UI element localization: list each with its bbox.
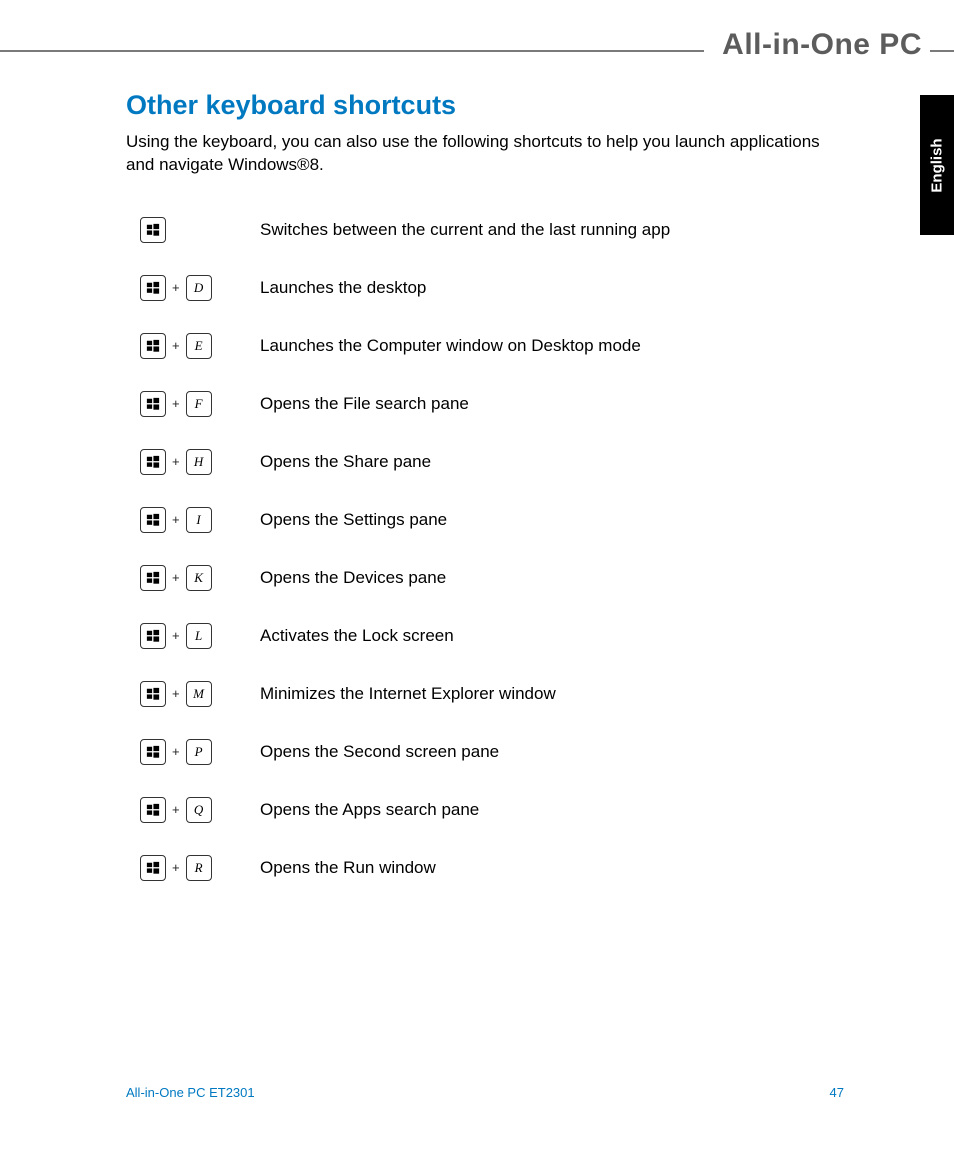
windows-key [140, 333, 166, 359]
windows-icon [146, 513, 160, 527]
shortcut-keys: +K [140, 565, 260, 591]
shortcut-description: Launches the desktop [260, 278, 426, 298]
shortcut-keys: +R [140, 855, 260, 881]
shortcut-row: +HOpens the Share pane [140, 433, 844, 491]
windows-icon [146, 397, 160, 411]
windows-key [140, 565, 166, 591]
windows-icon [146, 629, 160, 643]
shortcut-row: +IOpens the Settings pane [140, 491, 844, 549]
windows-key [140, 391, 166, 417]
letter-key: D [186, 275, 212, 301]
footer-model: All-in-One PC ET2301 [126, 1085, 255, 1100]
brand-title: All-in-One PC [704, 28, 930, 62]
shortcut-keys: +I [140, 507, 260, 533]
letter-key: K [186, 565, 212, 591]
intro-paragraph: Using the keyboard, you can also use the… [126, 131, 844, 177]
windows-icon [146, 455, 160, 469]
shortcut-description: Activates the Lock screen [260, 626, 454, 646]
plus-separator: + [172, 802, 180, 817]
windows-icon [146, 687, 160, 701]
shortcut-keys: +D [140, 275, 260, 301]
page-footer: All-in-One PC ET2301 47 [126, 1085, 844, 1100]
shortcut-description: Opens the Devices pane [260, 568, 446, 588]
language-tab: English [920, 95, 954, 235]
windows-icon [146, 223, 160, 237]
shortcut-row: +ELaunches the Computer window on Deskto… [140, 317, 844, 375]
windows-key [140, 681, 166, 707]
letter-key: P [186, 739, 212, 765]
windows-key [140, 275, 166, 301]
shortcut-description: Opens the Apps search pane [260, 800, 479, 820]
plus-separator: + [172, 454, 180, 469]
plus-separator: + [172, 280, 180, 295]
shortcut-row: +POpens the Second screen pane [140, 723, 844, 781]
plus-separator: + [172, 570, 180, 585]
plus-separator: + [172, 860, 180, 875]
windows-key [140, 739, 166, 765]
shortcut-description: Opens the Run window [260, 858, 436, 878]
section-heading: Other keyboard shortcuts [126, 90, 844, 121]
language-tab-label: English [929, 138, 946, 192]
letter-key: M [186, 681, 212, 707]
shortcut-row: +LActivates the Lock screen [140, 607, 844, 665]
footer-page-number: 47 [830, 1085, 844, 1100]
letter-key: Q [186, 797, 212, 823]
shortcut-description: Opens the File search pane [260, 394, 469, 414]
shortcut-keys [140, 217, 260, 243]
windows-key [140, 507, 166, 533]
windows-icon [146, 339, 160, 353]
windows-key [140, 797, 166, 823]
shortcut-row: +FOpens the File search pane [140, 375, 844, 433]
shortcut-keys: +H [140, 449, 260, 475]
shortcut-keys: +Q [140, 797, 260, 823]
shortcut-keys: +F [140, 391, 260, 417]
windows-key [140, 449, 166, 475]
shortcut-row: +DLaunches the desktop [140, 259, 844, 317]
shortcut-row: +KOpens the Devices pane [140, 549, 844, 607]
shortcut-keys: +E [140, 333, 260, 359]
shortcut-row: Switches between the current and the las… [140, 201, 844, 259]
shortcut-description: Switches between the current and the las… [260, 220, 670, 240]
shortcut-description: Opens the Second screen pane [260, 742, 499, 762]
letter-key: H [186, 449, 212, 475]
letter-key: F [186, 391, 212, 417]
windows-key [140, 855, 166, 881]
letter-key: R [186, 855, 212, 881]
shortcut-description: Opens the Share pane [260, 452, 431, 472]
plus-separator: + [172, 338, 180, 353]
plus-separator: + [172, 744, 180, 759]
shortcut-row: +ROpens the Run window [140, 839, 844, 897]
letter-key: L [186, 623, 212, 649]
plus-separator: + [172, 396, 180, 411]
plus-separator: + [172, 512, 180, 527]
page-content: Other keyboard shortcuts Using the keybo… [126, 90, 844, 897]
shortcut-keys: +M [140, 681, 260, 707]
plus-separator: + [172, 628, 180, 643]
letter-key: E [186, 333, 212, 359]
shortcut-row: +QOpens the Apps search pane [140, 781, 844, 839]
windows-icon [146, 571, 160, 585]
shortcut-keys: +P [140, 739, 260, 765]
shortcut-description: Minimizes the Internet Explorer window [260, 684, 556, 704]
windows-icon [146, 281, 160, 295]
windows-icon [146, 745, 160, 759]
windows-icon [146, 861, 160, 875]
plus-separator: + [172, 686, 180, 701]
windows-key [140, 623, 166, 649]
windows-icon [146, 803, 160, 817]
shortcut-keys: +L [140, 623, 260, 649]
windows-key [140, 217, 166, 243]
shortcuts-table: Switches between the current and the las… [140, 201, 844, 897]
shortcut-description: Launches the Computer window on Desktop … [260, 336, 641, 356]
letter-key: I [186, 507, 212, 533]
shortcut-row: +MMinimizes the Internet Explorer window [140, 665, 844, 723]
shortcut-description: Opens the Settings pane [260, 510, 447, 530]
